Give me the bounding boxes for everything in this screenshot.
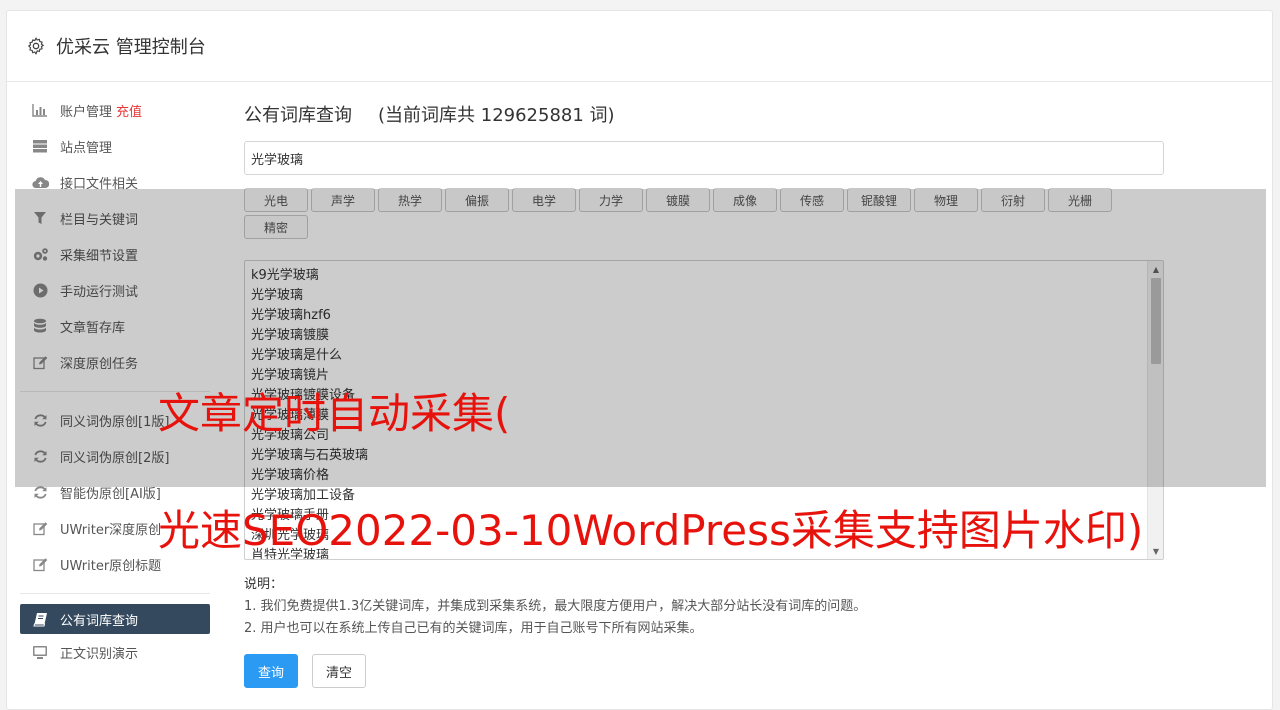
book-icon — [31, 611, 49, 627]
sidebar-item-label: 公有词库查询 — [60, 613, 139, 629]
panel-header: 优采云 管理控制台 — [7, 11, 1272, 82]
sidebar-item-label: UWriter原创标题 — [60, 558, 162, 574]
note-line: 2. 用户也可以在系统上传自己已有的关键词库，用于自己账号下所有网站采集。 — [244, 621, 703, 636]
clear-button[interactable]: 清空 — [312, 654, 366, 688]
gear-icon — [28, 37, 44, 55]
watermark-overlay — [15, 189, 1266, 487]
sidebar-item-label: 账户管理 — [60, 104, 113, 120]
recharge-link[interactable]: 充值 — [116, 101, 142, 120]
bar-chart-icon — [31, 102, 49, 118]
sidebar-item-account[interactable]: 账户管理 充值 — [20, 92, 210, 128]
page-title: 公有词库查询 — [244, 105, 352, 126]
sidebar-item-sites[interactable]: 站点管理 — [20, 128, 210, 164]
watermark-line-2: 光速SEO2022-03-10WordPress采集支持图片水印) — [158, 506, 1144, 555]
query-button[interactable]: 查询 — [244, 654, 298, 688]
action-buttons: 查询 清空 — [244, 654, 1164, 688]
sidebar-item-label: 站点管理 — [60, 140, 113, 156]
page-title-row: 公有词库查询 (当前词库共 129625881 词) — [244, 92, 1164, 136]
list-item[interactable]: 光学玻璃加工设备 — [251, 486, 1163, 506]
watermark-line-1: 文章定时自动采集( — [158, 389, 511, 438]
scroll-down-arrow[interactable]: ▼ — [1148, 543, 1163, 559]
sidebar-item-label: 正文识别演示 — [60, 646, 139, 662]
monitor-icon — [31, 644, 49, 660]
lexicon-count: (当前词库共 129625881 词) — [378, 105, 615, 126]
sidebar-item-label: UWriter深度原创 — [60, 522, 162, 538]
server-icon — [31, 138, 49, 154]
edit-icon — [31, 556, 49, 572]
note-line: 1. 我们免费提供1.3亿关键词库，并集成到采集系统，最大限度方便用户，解决大部… — [244, 599, 867, 614]
app-title: 优采云 管理控制台 — [56, 37, 206, 58]
keyword-search-input[interactable] — [244, 141, 1164, 175]
cloud-upload-icon — [31, 174, 49, 190]
sidebar-item-public-lexicon[interactable]: 公有词库查询 — [20, 604, 210, 634]
edit-icon — [31, 520, 49, 536]
sidebar-divider — [20, 593, 210, 594]
sidebar-item-text-recognition[interactable]: 正文识别演示 — [20, 634, 210, 670]
notes-heading: 说明： — [244, 577, 284, 592]
notes: 说明： 1. 我们免费提供1.3亿关键词库，并集成到采集系统，最大限度方便用户，… — [244, 574, 1164, 640]
